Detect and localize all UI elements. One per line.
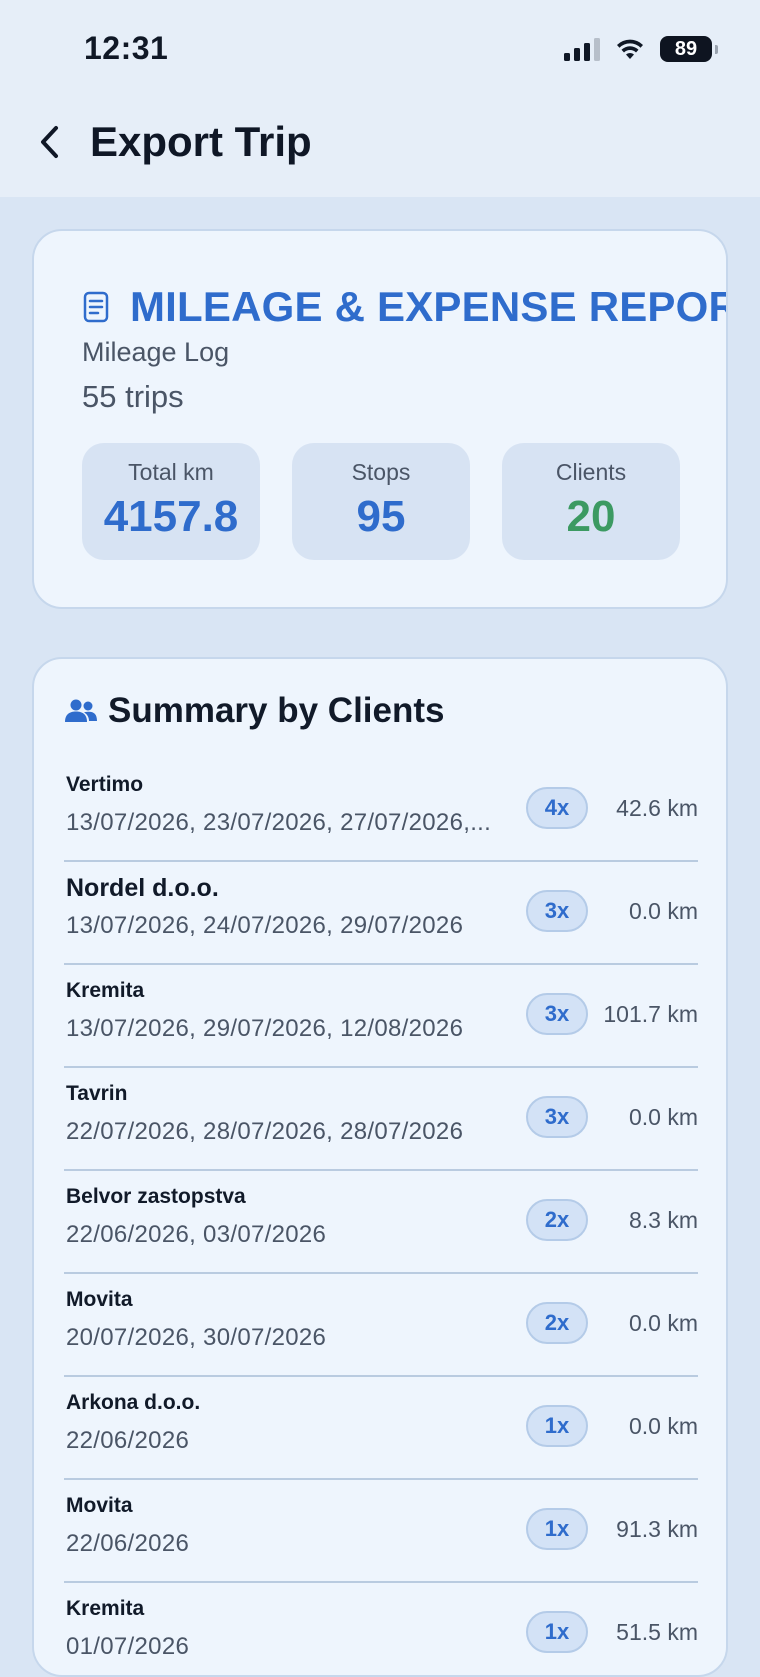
page-title: Export Trip <box>90 118 312 165</box>
visit-count-badge: 3x <box>526 890 588 932</box>
client-name: Kremita <box>66 1597 145 1620</box>
client-dates: 20/07/2026, 30/07/2026 <box>66 1324 327 1351</box>
client-name: Tavrin <box>66 1082 128 1105</box>
client-list: Vertimo 13/07/2026, 23/07/2026, 27/07/20… <box>64 759 698 1675</box>
back-button[interactable] <box>30 118 70 166</box>
client-km: 51.5 km <box>616 1619 698 1645</box>
list-item[interactable]: Kremita 13/07/2026, 29/07/2026, 12/08/20… <box>64 965 698 1068</box>
visit-count-badge: 1x <box>526 1405 588 1447</box>
stats-row: Total km 4157.8 Stops 95 Clients 20 <box>82 443 680 560</box>
visit-count-badge: 2x <box>526 1302 588 1344</box>
client-name: Belvor zastopstva <box>66 1185 246 1208</box>
client-dates: 13/07/2026, 29/07/2026, 12/08/2026 <box>66 1015 464 1042</box>
summary-header: Summary by Clients <box>64 691 445 731</box>
client-name: Nordel d.o.o. <box>66 874 219 902</box>
report-title: MILEAGE & EXPENSE REPORT <box>130 283 728 330</box>
client-dates: 13/07/2026, 23/07/2026, 27/07/2026,... <box>66 809 492 836</box>
client-km: 91.3 km <box>616 1516 698 1542</box>
report-header: MILEAGE & EXPENSE REPORT <box>82 283 728 331</box>
visit-count-badge: 1x <box>526 1508 588 1550</box>
document-icon <box>83 291 109 323</box>
stat-stops: Stops 95 <box>292 443 470 560</box>
client-km: 0.0 km <box>628 1413 698 1439</box>
client-name: Kremita <box>66 979 145 1002</box>
client-km: 0.0 km <box>628 1104 698 1130</box>
chevron-left-icon <box>41 126 58 158</box>
client-name: Arkona d.o.o. <box>66 1391 201 1414</box>
battery-icon: 89 <box>660 36 718 62</box>
client-dates: 13/07/2026, 24/07/2026, 29/07/2026 <box>66 912 464 939</box>
stat-label: Clients <box>555 459 627 485</box>
visit-count-badge: 2x <box>526 1199 588 1241</box>
users-icon <box>65 699 97 722</box>
client-name: Movita <box>66 1288 133 1311</box>
visit-count-badge: 3x <box>526 1096 588 1138</box>
list-item[interactable]: Tavrin 22/07/2026, 28/07/2026, 28/07/202… <box>64 1068 698 1171</box>
list-item[interactable]: Vertimo 13/07/2026, 23/07/2026, 27/07/20… <box>64 759 698 862</box>
visit-count-badge: 3x <box>526 993 588 1035</box>
status-bar: 12:31 89 <box>0 0 760 100</box>
client-dates: 22/06/2026 <box>66 1427 190 1454</box>
status-time: 12:31 <box>84 30 169 66</box>
stat-value: 95 <box>356 492 406 541</box>
client-km: 42.6 km <box>616 795 698 821</box>
client-km: 101.7 km <box>603 1001 698 1027</box>
client-dates: 22/06/2026, 03/07/2026 <box>66 1221 327 1248</box>
client-name: Vertimo <box>66 773 144 796</box>
visit-count-badge: 1x <box>526 1611 588 1653</box>
summary-title: Summary by Clients <box>108 691 445 730</box>
client-dates: 22/07/2026, 28/07/2026, 28/07/2026 <box>66 1118 464 1145</box>
summary-card: Summary by Clients Vertimo 13/07/2026, 2… <box>32 657 728 1677</box>
stat-value: 20 <box>566 492 616 541</box>
nav-bar: Export Trip <box>0 100 760 197</box>
stat-label: Total km <box>128 459 214 485</box>
list-item[interactable]: Movita 20/07/2026, 30/07/2026 2x 0.0 km <box>64 1274 698 1377</box>
list-item[interactable]: Arkona d.o.o. 22/06/2026 1x 0.0 km <box>64 1377 698 1480</box>
client-dates: 22/06/2026 <box>66 1530 190 1557</box>
status-icons: 89 <box>564 36 718 62</box>
visit-count-badge: 4x <box>526 787 588 829</box>
stat-clients: Clients 20 <box>502 443 680 560</box>
client-dates: 01/07/2026 <box>66 1633 190 1660</box>
client-km: 0.0 km <box>628 898 698 924</box>
stat-label: Stops <box>351 459 411 485</box>
battery-level: 89 <box>674 37 698 60</box>
list-item[interactable]: Movita 22/06/2026 1x 91.3 km <box>64 1480 698 1583</box>
client-name: Movita <box>66 1494 133 1517</box>
client-km: 0.0 km <box>628 1310 698 1336</box>
client-km: 8.3 km <box>628 1207 698 1233</box>
report-trip-count: 55 trips <box>82 379 184 414</box>
list-item[interactable]: Belvor zastopstva 22/06/2026, 03/07/2026… <box>64 1171 698 1274</box>
signal-icon <box>564 37 600 61</box>
report-subtitle: Mileage Log <box>82 337 230 367</box>
stat-value: 4157.8 <box>103 492 239 541</box>
stat-total-km: Total km 4157.8 <box>82 443 260 560</box>
list-item[interactable]: Nordel d.o.o. 13/07/2026, 24/07/2026, 29… <box>64 862 698 965</box>
wifi-icon <box>617 39 643 59</box>
list-item[interactable]: Kremita 01/07/2026 1x 51.5 km <box>64 1583 698 1675</box>
report-card: MILEAGE & EXPENSE REPORT Mileage Log 55 … <box>32 229 728 609</box>
